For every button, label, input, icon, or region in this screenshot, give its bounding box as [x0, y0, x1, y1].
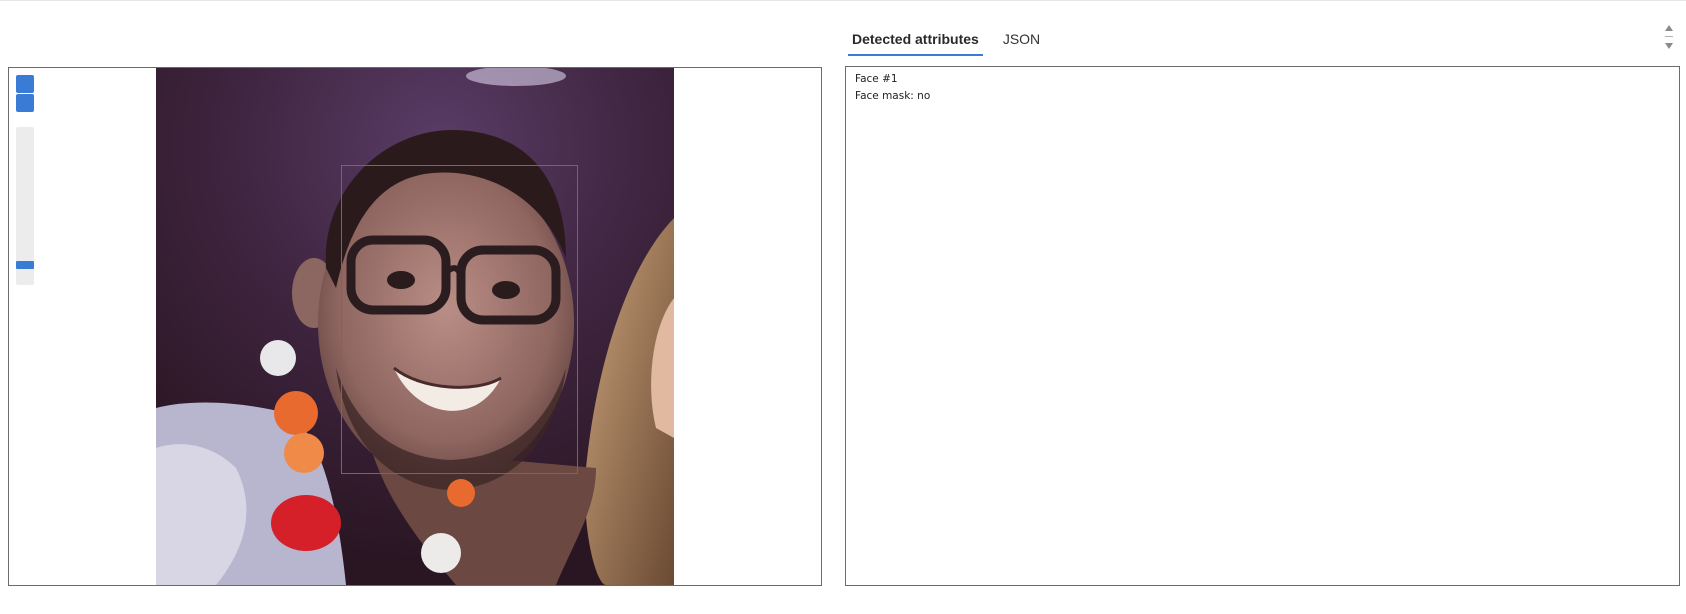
divider [1665, 36, 1673, 37]
zoom-slider-track[interactable] [16, 127, 34, 285]
tab-detected-attributes[interactable]: Detected attributes [848, 24, 983, 56]
face-label: Face #1 [855, 73, 898, 85]
face-mask-attribute: Face mask: no [855, 90, 931, 102]
sort-arrows-icon[interactable] [1663, 23, 1675, 53]
tab-json[interactable]: JSON [999, 24, 1044, 56]
zoom-slider-thumb[interactable] [16, 261, 34, 269]
arrow-down-icon[interactable] [1665, 43, 1673, 49]
face-bounding-box [341, 165, 578, 474]
zoom-out-button[interactable] [16, 94, 34, 112]
result-tabs: Detected attributes JSON [848, 24, 1060, 56]
zoom-in-button[interactable] [16, 75, 34, 93]
arrow-up-icon[interactable] [1665, 25, 1673, 31]
image-viewer[interactable] [8, 67, 822, 586]
results-panel: Face #1 Face mask: no [845, 66, 1680, 586]
top-divider [0, 0, 1686, 1]
